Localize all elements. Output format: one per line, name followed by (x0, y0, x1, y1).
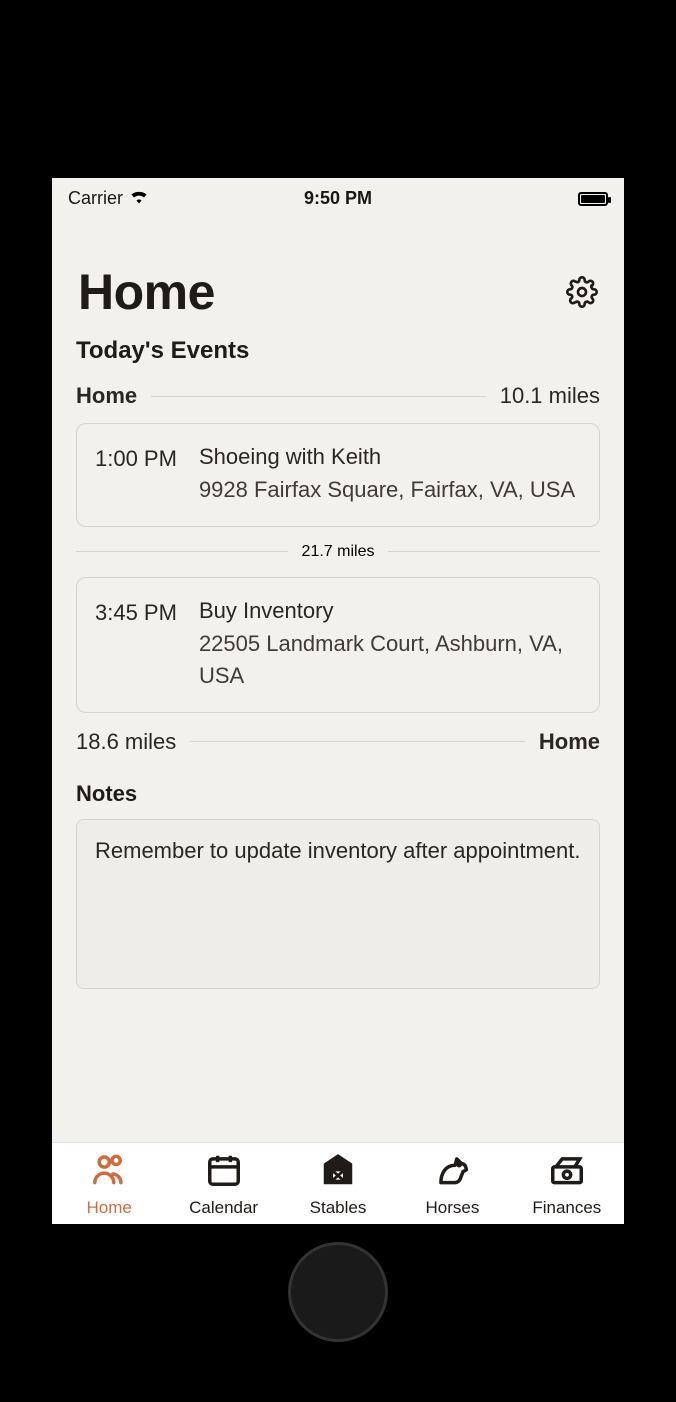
start-distance: 10.1 miles (500, 383, 600, 409)
content[interactable]: Today's Events Home 10.1 miles 1:00 PM S… (52, 333, 624, 1142)
phone-inner: Carrier 9:50 PM Home Today's Events (18, 18, 658, 1384)
calendar-icon (205, 1151, 243, 1194)
page-title: Home (78, 263, 215, 321)
tab-finances[interactable]: Finances (510, 1151, 624, 1218)
tab-bar: Home Calendar Stables (52, 1142, 624, 1224)
wifi-icon (129, 188, 149, 209)
start-location-label: Home (76, 383, 137, 409)
events-section-title: Today's Events (76, 337, 600, 365)
tab-label: Stables (310, 1198, 367, 1218)
divider-line (388, 551, 600, 552)
tab-label: Home (87, 1198, 132, 1218)
middle-distance: 21.7 miles (302, 543, 375, 561)
divider-line (151, 396, 486, 397)
settings-button[interactable] (566, 276, 598, 308)
notes-section-title: Notes (76, 781, 600, 807)
barn-icon (319, 1151, 357, 1194)
event-card[interactable]: 1:00 PM Shoeing with Keith 9928 Fairfax … (76, 423, 600, 527)
phone-home-button[interactable] (288, 1242, 388, 1342)
phone-frame: Carrier 9:50 PM Home Today's Events (0, 0, 676, 1402)
horse-icon (433, 1151, 471, 1194)
distance-row-start: Home 10.1 miles (76, 383, 600, 409)
tab-horses[interactable]: Horses (395, 1151, 509, 1218)
tab-stables[interactable]: Stables (281, 1151, 395, 1218)
status-bar: Carrier 9:50 PM (52, 178, 624, 215)
notes-text: Remember to update inventory after appoi… (95, 838, 581, 863)
event-location: 9928 Fairfax Square, Fairfax, VA, USA (199, 474, 581, 506)
header: Home (52, 215, 624, 333)
event-card[interactable]: 3:45 PM Buy Inventory 22505 Landmark Cou… (76, 577, 600, 713)
distance-row-end: 18.6 miles Home (76, 729, 600, 755)
divider-line (76, 551, 288, 552)
tab-label: Calendar (189, 1198, 258, 1218)
divider-line (190, 741, 525, 742)
event-time: 3:45 PM (95, 598, 177, 692)
distance-row-middle: 21.7 miles (76, 543, 600, 561)
people-icon (90, 1151, 128, 1194)
tab-calendar[interactable]: Calendar (166, 1151, 280, 1218)
end-location-label: Home (539, 729, 600, 755)
status-time: 9:50 PM (248, 188, 428, 209)
event-title: Buy Inventory (199, 598, 581, 624)
tab-label: Horses (425, 1198, 479, 1218)
event-location: 22505 Landmark Court, Ashburn, VA, USA (199, 628, 581, 692)
money-icon (548, 1151, 586, 1194)
end-distance: 18.6 miles (76, 729, 176, 755)
carrier-label: Carrier (68, 188, 123, 209)
tab-label: Finances (532, 1198, 601, 1218)
battery-icon (578, 192, 608, 206)
event-title: Shoeing with Keith (199, 444, 581, 470)
event-time: 1:00 PM (95, 444, 177, 506)
tab-home[interactable]: Home (52, 1151, 166, 1218)
screen: Carrier 9:50 PM Home Today's Events (52, 178, 624, 1224)
notes-textarea[interactable]: Remember to update inventory after appoi… (76, 819, 600, 989)
